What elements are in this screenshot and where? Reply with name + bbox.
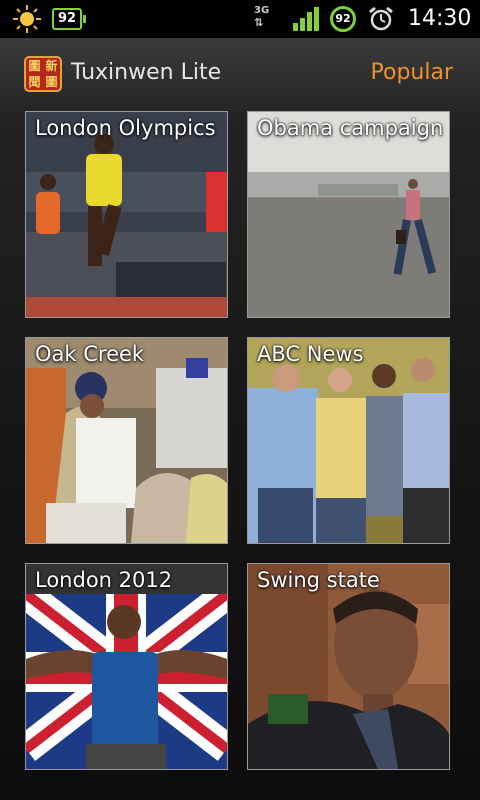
news-tile-oak-creek[interactable]: Oak Creek [25, 337, 228, 544]
tile-caption: London Olympics [35, 116, 216, 140]
news-tile-london-olympics[interactable]: London Olympics [25, 111, 228, 318]
tile-caption: London 2012 [35, 568, 173, 592]
app-title: Tuxinwen Lite [71, 60, 222, 85]
app-header: 圖新聞圖 Tuxinwen Lite Popular [0, 38, 480, 110]
news-tile-swing-state[interactable]: Swing state [247, 563, 450, 770]
news-tile-abc-news[interactable]: ABC News [247, 337, 450, 544]
clock-time: 14:30 [408, 6, 472, 31]
status-bar: 92 3G ⇅ 92 14:30 [0, 0, 480, 38]
tile-caption: Obama campaign [257, 116, 444, 140]
weather-sun-icon [13, 5, 41, 33]
tile-caption: ABC News [257, 342, 364, 366]
news-tile-obama-campaign[interactable]: Obama campaign [247, 111, 450, 318]
alarm-clock-icon [369, 6, 393, 31]
battery-icon: 92 [330, 6, 356, 32]
news-tile-london-2012[interactable]: London 2012 [25, 563, 228, 770]
tile-photo [26, 338, 227, 543]
app-logo-icon[interactable]: 圖新聞圖 [24, 56, 62, 92]
notification-badge: 92 [52, 8, 86, 30]
tile-photo [248, 338, 449, 543]
tile-caption: Oak Creek [35, 342, 145, 366]
app-content: 圖新聞圖 Tuxinwen Lite Popular London Olympi… [0, 38, 480, 800]
tile-photo [248, 564, 449, 769]
tile-photo [26, 112, 227, 317]
tile-photo [248, 112, 449, 317]
popular-button[interactable]: Popular [371, 60, 454, 85]
tile-caption: Swing state [257, 568, 380, 592]
network-3g-icon: 3G ⇅ [254, 5, 278, 33]
tile-photo [26, 564, 227, 769]
signal-strength-icon [293, 7, 319, 31]
